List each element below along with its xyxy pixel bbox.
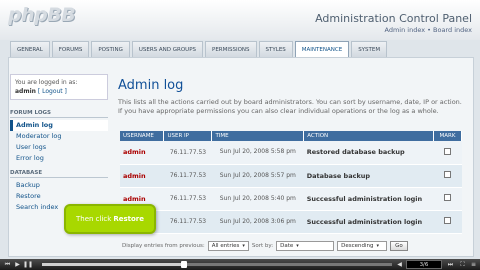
row-username[interactable]: admin xyxy=(120,141,164,165)
login-info: You are logged in as: admin [ Logout ] xyxy=(10,74,108,100)
main-content: Admin log This lists all the actions car… xyxy=(118,78,466,115)
row-action: Successful administration login xyxy=(303,210,434,234)
menu-icon[interactable]: ≡ xyxy=(469,260,478,269)
tab-system[interactable]: SYSTEM xyxy=(351,41,388,57)
tab-maintenance[interactable]: MAINTENANCE xyxy=(294,41,350,57)
row-mark xyxy=(433,210,462,234)
fullscreen-icon[interactable]: ⛶ xyxy=(458,260,467,269)
row-mark xyxy=(433,164,462,188)
sidebar-item-admin-log[interactable]: Admin log xyxy=(10,120,108,131)
table-row: admin 76.11.77.53 Sun Jul 20, 2008 5:57 … xyxy=(120,164,462,188)
row-time: Sun Jul 20, 2008 3:06 pm xyxy=(211,210,304,234)
go-button[interactable]: Go xyxy=(390,241,408,251)
mark-checkbox[interactable] xyxy=(443,194,451,201)
page-description: This lists all the actions carried out b… xyxy=(118,98,462,115)
column-action: ACTION xyxy=(303,131,434,141)
next-icon[interactable]: ⏭ xyxy=(446,260,455,269)
header: phpBB Administration Control Panel Admin… xyxy=(0,0,480,40)
tab-users-and-groups[interactable]: USERS AND GROUPS xyxy=(131,41,204,57)
play-icon[interactable]: ▶ xyxy=(13,260,22,269)
seek-handle[interactable] xyxy=(180,261,187,268)
sort-select[interactable]: Date xyxy=(276,241,335,251)
row-user-ip[interactable]: 76.11.77.53 xyxy=(163,164,212,188)
callout-prefix: Then click xyxy=(76,215,112,223)
row-username[interactable]: admin xyxy=(120,164,164,188)
row-time: Sun Jul 20, 2008 5:57 pm xyxy=(211,164,304,188)
log-filter-bar: Display entries from previous: All entri… xyxy=(122,241,408,251)
sidebar-item-moderator-log[interactable]: Moderator log xyxy=(10,131,108,142)
row-time: Sun Jul 20, 2008 5:40 pm xyxy=(211,187,304,211)
row-action: Database backup xyxy=(303,164,434,188)
sidebar-item-restore[interactable]: Restore xyxy=(10,191,108,202)
mark-checkbox[interactable] xyxy=(443,147,451,155)
slide-counter: 3/6 xyxy=(406,260,442,269)
column-username: USERNAME xyxy=(120,131,165,141)
pause-icon[interactable]: ❚❚ xyxy=(23,260,33,269)
entries-select[interactable]: All entries xyxy=(207,241,249,251)
main-tabs: GENERAL FORUMS POSTING USERS AND GROUPS … xyxy=(10,41,388,57)
tab-general[interactable]: GENERAL xyxy=(10,41,50,57)
table-row: admin 76.11.77.53 Sun Jul 20, 2008 5:58 … xyxy=(120,141,462,165)
tab-forums[interactable]: FORUMS xyxy=(51,41,90,57)
phpbb-logo[interactable]: phpBB xyxy=(8,4,76,26)
tab-permissions[interactable]: PERMISSIONS xyxy=(205,41,257,57)
order-select[interactable]: Descending xyxy=(337,241,388,251)
sidebar-section-forum-logs: FORUM LOGS Admin log Moderator log User … xyxy=(10,110,108,164)
callout-target: Restore xyxy=(113,215,144,223)
video-playbar: ⏮ ▶ ❚❚ ◀ 3/6 ⏭ ⛶ ≡ xyxy=(0,259,480,270)
column-user-ip: USER IP xyxy=(163,131,213,141)
admin-log-table: USERNAME USER IP TIME ACTION MARK admin … xyxy=(120,131,463,234)
sort-label: Sort by: xyxy=(251,243,274,249)
breadcrumb-admin-index[interactable]: Admin index xyxy=(385,26,426,34)
column-mark: MARK xyxy=(433,131,463,141)
mark-checkbox[interactable] xyxy=(443,171,451,178)
page-title: Admin log xyxy=(118,78,184,93)
sidebar-item-backup[interactable]: Backup xyxy=(10,180,108,191)
column-time: TIME xyxy=(211,131,305,141)
mark-checkbox[interactable] xyxy=(443,217,451,224)
filter-label: Display entries from previous: xyxy=(122,243,205,249)
rewind-icon[interactable]: ⏮ xyxy=(3,260,12,269)
acp-window: phpBB Administration Control Panel Admin… xyxy=(0,0,480,259)
table-row: admin 76.11.77.53 Sun Jul 20, 2008 5:40 … xyxy=(120,187,462,211)
row-time: Sun Jul 20, 2008 5:58 pm xyxy=(211,141,304,165)
tutorial-callout: Then click Restore xyxy=(64,204,156,234)
sidebar-item-user-logs[interactable]: User logs xyxy=(10,142,108,153)
table-row: admin 76.11.77.53 Sun Jul 20, 2008 3:06 … xyxy=(120,210,462,234)
breadcrumb: Admin index • Board index xyxy=(385,26,473,34)
row-mark xyxy=(433,141,462,165)
row-action: Successful administration login xyxy=(303,187,434,211)
seek-progress xyxy=(42,263,184,266)
tab-styles[interactable]: STYLES xyxy=(258,41,293,57)
sidebar-item-error-log[interactable]: Error log xyxy=(10,153,108,164)
row-action: Restored database backup xyxy=(303,141,434,165)
sidebar-heading-forum-logs: FORUM LOGS xyxy=(10,110,108,118)
logout-link[interactable]: [ Logout ] xyxy=(38,88,67,95)
row-user-ip[interactable]: 76.11.77.53 xyxy=(163,141,212,165)
tab-posting[interactable]: POSTING xyxy=(91,41,130,57)
row-user-ip[interactable]: 76.11.77.53 xyxy=(163,210,212,234)
page-header-title: Administration Control Panel xyxy=(315,12,472,25)
sidebar-heading-database: DATABASE xyxy=(10,170,108,178)
row-mark xyxy=(433,187,462,211)
breadcrumb-board-index[interactable]: Board index xyxy=(433,26,472,34)
login-label: You are logged in as: xyxy=(15,79,78,86)
logged-in-user: admin xyxy=(15,88,36,95)
volume-icon[interactable]: ◀ xyxy=(395,260,404,269)
row-user-ip[interactable]: 76.11.77.53 xyxy=(163,187,212,211)
sidebar: You are logged in as: admin [ Logout ] F… xyxy=(10,74,108,213)
breadcrumb-separator: • xyxy=(425,26,434,34)
